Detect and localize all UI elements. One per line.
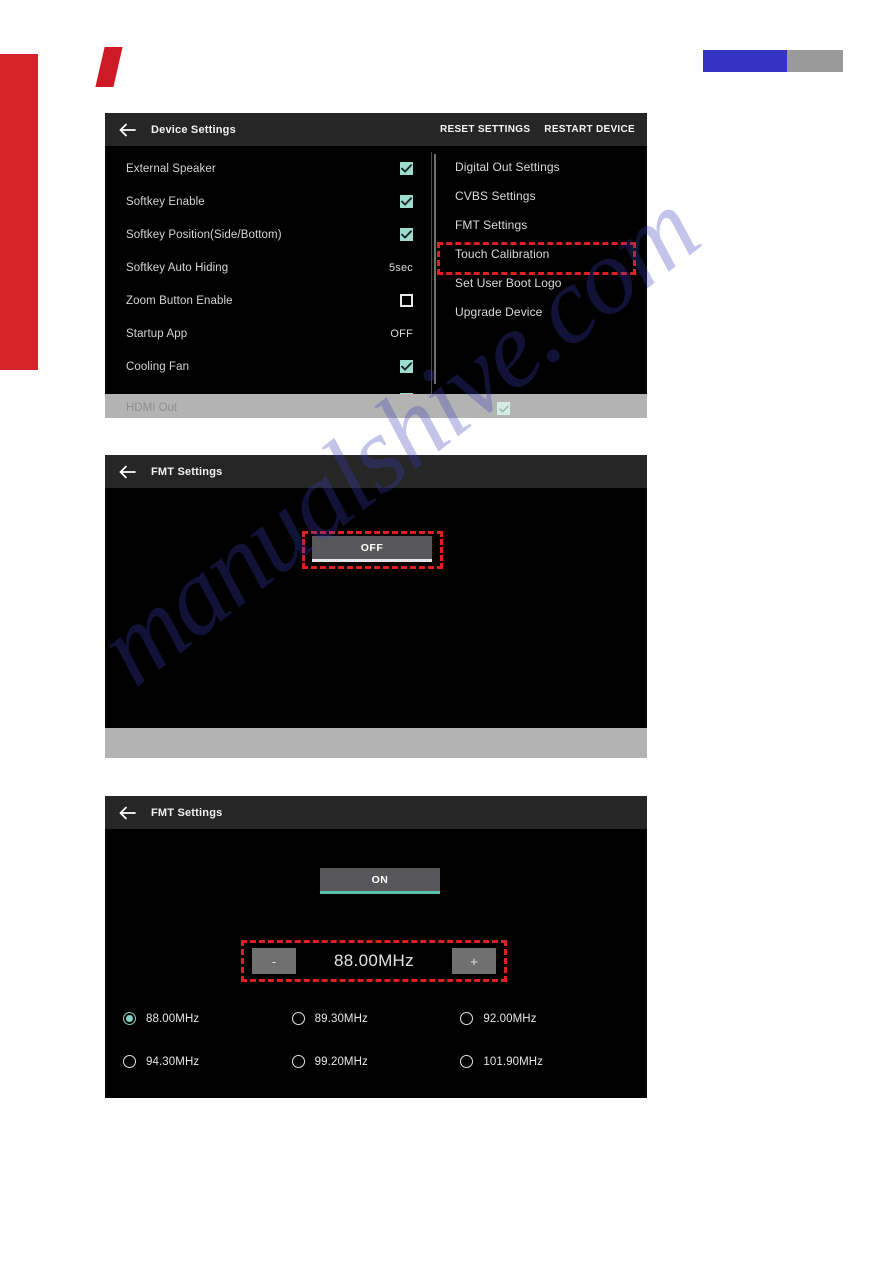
- setting-label: Zoom Button Enable: [126, 294, 233, 307]
- fmt-settings-off-screen: FMT Settings OFF: [105, 455, 647, 758]
- device-settings-left-column: External Speaker Softkey Enable Softkey …: [105, 146, 431, 418]
- menu-item-label: Upgrade Device: [455, 304, 543, 319]
- back-arrow-icon[interactable]: [117, 462, 137, 482]
- frequency-preset-label: 89.30MHz: [314, 1012, 368, 1025]
- setting-row-zoom-button-enable[interactable]: Zoom Button Enable: [105, 284, 431, 317]
- bottom-navigation-bar: [105, 728, 647, 758]
- device-settings-body: External Speaker Softkey Enable Softkey …: [105, 146, 647, 418]
- setting-label: Softkey Position(Side/Bottom): [126, 228, 282, 241]
- frequency-decrement-button[interactable]: -: [252, 948, 296, 974]
- header-accent-bar-blue: [703, 50, 787, 72]
- menu-item-upgrade-device[interactable]: Upgrade Device: [455, 297, 647, 326]
- setting-row-softkey-position[interactable]: Softkey Position(Side/Bottom): [105, 218, 431, 251]
- menu-item-label: Set User Boot Logo: [455, 275, 562, 290]
- setting-row-startup-app[interactable]: Startup App OFF: [105, 317, 431, 350]
- fmt-off-body: OFF: [105, 488, 647, 758]
- setting-row-softkey-auto-hiding[interactable]: Softkey Auto Hiding 5sec: [105, 251, 431, 284]
- setting-row-cooling-fan[interactable]: Cooling Fan: [105, 350, 431, 383]
- setting-label: Cooling Fan: [126, 360, 190, 373]
- frequency-preset-option[interactable]: 101.90MHz: [460, 1055, 629, 1068]
- frequency-preset-option[interactable]: 89.30MHz: [291, 1012, 461, 1025]
- page-title: FMT Settings: [151, 806, 223, 819]
- menu-item-label: Touch Calibration: [455, 246, 550, 261]
- radio-unselected-icon[interactable]: [123, 1055, 136, 1068]
- setting-label: External Speaker: [126, 162, 216, 175]
- frequency-preset-option[interactable]: 88.00MHz: [123, 1012, 292, 1025]
- radio-selected-icon[interactable]: [123, 1012, 136, 1025]
- fmt-on-appbar: FMT Settings: [105, 796, 647, 829]
- header-accent-bar-gray: [787, 50, 843, 72]
- menu-item-label: FMT Settings: [455, 217, 528, 232]
- frequency-preset-label: 94.30MHz: [146, 1055, 200, 1068]
- frequency-preset-label: 92.00MHz: [483, 1012, 537, 1025]
- setting-value: 5sec: [388, 261, 413, 274]
- menu-item-set-user-boot-logo[interactable]: Set User Boot Logo: [455, 268, 647, 297]
- restart-device-button[interactable]: RESTART DEVICE: [544, 124, 635, 135]
- brand-logo-mark: [95, 47, 123, 87]
- frequency-preset-label: 88.00MHz: [146, 1012, 200, 1025]
- device-settings-appbar: Device Settings RESET SETTINGS RESTART D…: [105, 113, 647, 146]
- frequency-preset-option[interactable]: 94.30MHz: [123, 1055, 292, 1068]
- frequency-preset-option[interactable]: 92.00MHz: [460, 1012, 629, 1025]
- fmt-on-body: ON - 88.00MHz + 88.00MHz 89.30MHz 92.00M…: [105, 829, 647, 1098]
- setting-value: OFF: [390, 327, 413, 340]
- checkbox-checked-icon[interactable]: [400, 162, 413, 175]
- setting-row-external-speaker[interactable]: External Speaker: [105, 152, 431, 185]
- radio-unselected-icon[interactable]: [460, 1055, 474, 1068]
- checkbox-checked-icon[interactable]: [400, 360, 413, 373]
- checkbox-unchecked-icon[interactable]: [400, 294, 413, 307]
- hdmi-out-overlay-checkbox-icon: [497, 402, 510, 415]
- radio-unselected-icon[interactable]: [291, 1055, 305, 1068]
- appbar-actions: RESET SETTINGS RESTART DEVICE: [440, 124, 635, 135]
- frequency-preset-label: 99.20MHz: [314, 1055, 368, 1068]
- setting-label: Startup App: [126, 327, 188, 340]
- fmt-power-toggle-button[interactable]: ON: [320, 868, 440, 894]
- menu-item-digital-out-settings[interactable]: Digital Out Settings: [455, 152, 647, 181]
- back-arrow-icon[interactable]: [117, 803, 137, 823]
- setting-label: Softkey Auto Hiding: [126, 261, 229, 274]
- menu-item-label: CVBS Settings: [455, 188, 536, 203]
- setting-row-softkey-enable[interactable]: Softkey Enable: [105, 185, 431, 218]
- hdmi-out-disabled-overlay: HDMI Out: [105, 394, 647, 418]
- menu-item-fmt-settings[interactable]: FMT Settings: [455, 210, 647, 239]
- fmt-power-toggle-button[interactable]: OFF: [312, 536, 432, 562]
- reset-settings-button[interactable]: RESET SETTINGS: [440, 124, 530, 135]
- page-accent-bar-left: [0, 54, 38, 370]
- back-arrow-icon[interactable]: [117, 120, 137, 140]
- checkbox-checked-icon[interactable]: [400, 195, 413, 208]
- frequency-stepper: - 88.00MHz +: [252, 948, 496, 974]
- radio-unselected-icon[interactable]: [291, 1012, 305, 1025]
- frequency-readout: 88.00MHz: [334, 951, 414, 970]
- column-divider: [431, 152, 432, 418]
- radio-unselected-icon[interactable]: [460, 1012, 474, 1025]
- frequency-preset-option[interactable]: 99.20MHz: [291, 1055, 461, 1068]
- frequency-increment-button[interactable]: +: [452, 948, 496, 974]
- page-title: Device Settings: [151, 123, 236, 136]
- menu-item-label: Digital Out Settings: [455, 159, 560, 174]
- setting-label: Softkey Enable: [126, 195, 205, 208]
- device-settings-screen: Device Settings RESET SETTINGS RESTART D…: [105, 113, 647, 418]
- hdmi-out-overlay-label: HDMI Out: [126, 402, 178, 414]
- device-settings-menu-column: Digital Out Settings CVBS Settings FMT S…: [436, 146, 647, 418]
- menu-item-cvbs-settings[interactable]: CVBS Settings: [455, 181, 647, 210]
- checkbox-checked-icon[interactable]: [400, 228, 413, 241]
- fmt-settings-on-screen: FMT Settings ON - 88.00MHz + 88.00MHz 89…: [105, 796, 647, 1098]
- page-title: FMT Settings: [151, 465, 223, 478]
- frequency-preset-grid: 88.00MHz 89.30MHz 92.00MHz 94.30MHz 99.2…: [105, 1012, 647, 1068]
- frequency-preset-label: 101.90MHz: [483, 1055, 544, 1068]
- fmt-off-appbar: FMT Settings: [105, 455, 647, 488]
- menu-item-touch-calibration[interactable]: Touch Calibration: [455, 239, 647, 268]
